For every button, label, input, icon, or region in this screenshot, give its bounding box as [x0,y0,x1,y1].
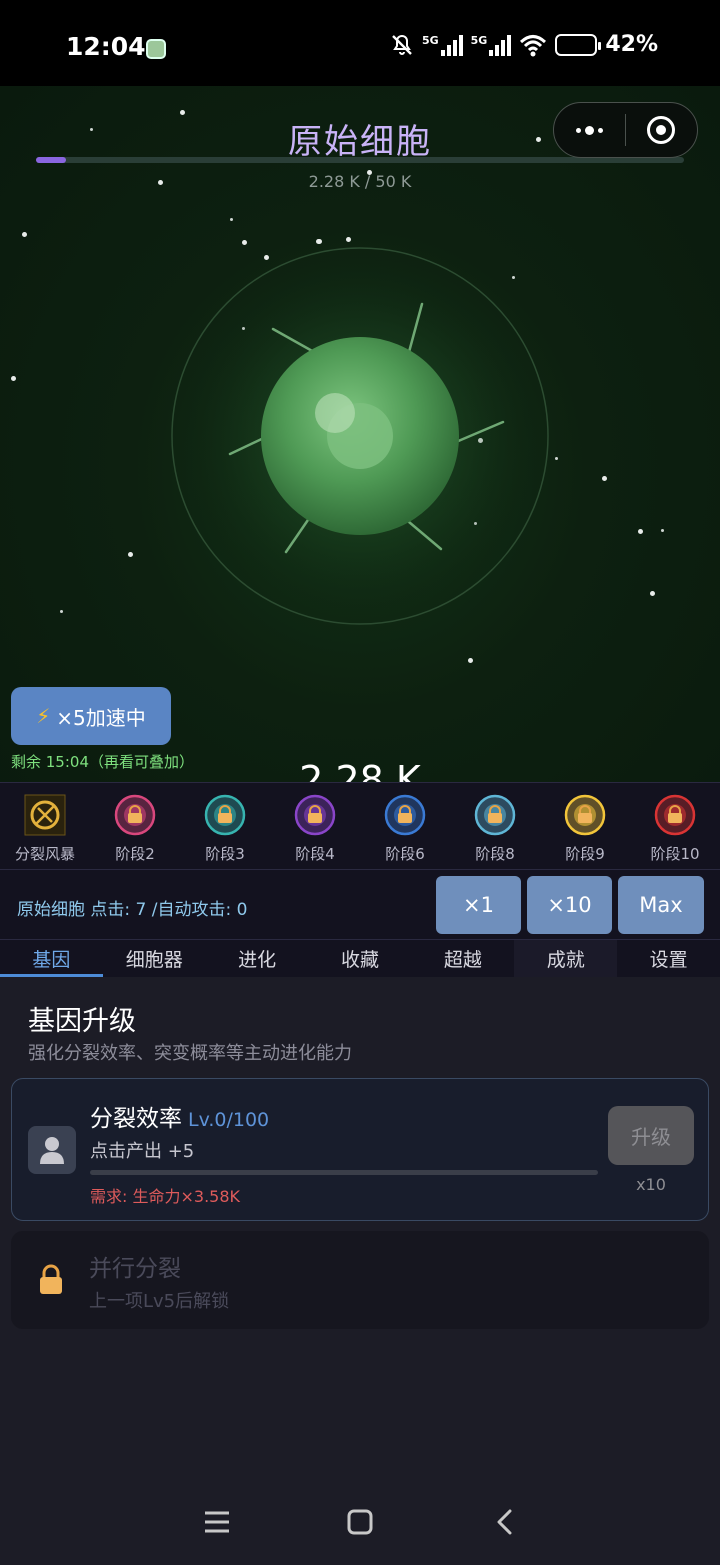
evolution-progress-fill [36,157,66,163]
star [22,232,27,237]
locked-stage-icon [113,793,157,837]
tab-organelles[interactable]: 细胞器 [103,940,206,977]
upgrade-level: Lv.0/100 [188,1109,270,1131]
upgrade-requirement: 需求: 生命力×3.58K [90,1187,241,1206]
stage-item[interactable]: 阶段6 [360,783,450,869]
home-button[interactable] [338,1500,382,1544]
stage-label: 阶段6 [385,845,425,863]
close-miniprogram-button[interactable] [626,103,697,157]
star [230,218,233,221]
app-notification-icon [146,39,166,59]
star [638,529,643,534]
game-scene: 原始细胞 2.28 K / 50 K ⚡ ×5加速中 剩余 15:04（再看可叠… [0,86,720,782]
locked-upgrade-name: 并行分裂 [89,1256,181,1282]
upgrade-multiplier: x10 [636,1175,666,1194]
star [128,552,133,557]
tab-collection[interactable]: 收藏 [309,940,412,977]
navigation-bar [0,1480,720,1565]
boost-label: ×5加速中 [56,705,146,730]
section-title: 基因升级 [28,1006,136,1037]
upgrade-progress-bar [90,1170,598,1175]
more-icon [576,125,603,135]
locked-upgrade-hint: 上一项Lv5后解锁 [89,1291,230,1312]
star [468,658,473,663]
stage-item[interactable]: 阶段9 [540,783,630,869]
stage-label: 阶段4 [295,845,335,863]
evolution-progress-text: 2.28 K / 50 K [308,172,412,191]
stage-strip: 分裂风暴 阶段2 阶段3 阶段4 阶段6 阶段8 阶段9 阶段10 [0,782,720,869]
stage-item[interactable]: 阶段3 [180,783,270,869]
section-description: 强化分裂效率、突变概率等主动进化能力 [28,1043,352,1064]
signal-icon-2: 5G [471,34,512,56]
stage-item[interactable]: 阶段8 [450,783,540,869]
lightning-icon: ⚡ [36,704,51,728]
star [650,591,655,596]
tab-bar: 基因 细胞器 进化 收藏 超越 成就 设置 [0,939,720,977]
star [60,610,63,613]
storm-icon [23,793,67,837]
locked-stage-icon [473,793,517,837]
tab-evolution[interactable]: 进化 [206,940,309,977]
target-icon [647,116,676,144]
wifi-icon [520,34,547,56]
upgrade-card: 分裂效率 Lv.0/100 点击产出 +5 需求: 生命力×3.58K 升级 x1… [11,1078,709,1221]
locked-stage-icon [293,793,337,837]
locked-stage-icon [383,793,427,837]
menu-button[interactable] [195,1500,239,1544]
menu-icon [205,1511,229,1533]
upgrade-effect: 点击产出 +5 [90,1141,195,1162]
lock-icon [29,1257,73,1303]
upgrade-button[interactable]: 升级 [608,1106,694,1165]
stage-label: 阶段9 [565,845,605,863]
stage-label: 阶段10 [650,845,700,863]
stage-item[interactable]: 阶段2 [90,783,180,869]
locked-stage-icon [203,793,247,837]
tab-settings[interactable]: 设置 [617,940,720,977]
click-stats: 原始细胞 点击: 7 /自动攻击: 0 [17,900,248,920]
user-icon [28,1126,76,1174]
back-icon [497,1509,512,1535]
miniprogram-capsule [553,102,698,158]
boost-button[interactable]: ⚡ ×5加速中 [11,687,171,745]
network-type-1: 5G [421,33,439,47]
stage-label: 阶段2 [115,845,155,863]
multiplier-x10-button[interactable]: ×10 [527,876,612,934]
tab-achievements[interactable]: 成就 [514,940,618,977]
resource-counter: 2.28 K [299,758,421,782]
stage-item[interactable]: 阶段4 [270,783,360,869]
click-info-bar: 原始细胞 点击: 7 /自动攻击: 0 ×1 ×10 Max [0,869,720,939]
cell-tap-target[interactable] [160,236,560,636]
signal-icon-1: 5G [422,34,463,56]
back-button[interactable] [482,1500,526,1544]
multiplier-x1-button[interactable]: ×1 [436,876,521,934]
star [661,529,664,532]
mute-icon [392,34,412,55]
battery-icon [555,33,602,56]
locked-upgrade-card: 并行分裂 上一项Lv5后解锁 [11,1231,709,1329]
cell-icon [171,247,549,625]
stage-label: 阶段8 [475,845,515,863]
tab-genes[interactable]: 基因 [0,940,103,977]
locked-stage-icon [563,793,607,837]
network-type-2: 5G [470,33,488,47]
stage-label: 阶段3 [205,845,245,863]
multiplier-max-button[interactable]: Max [618,876,704,934]
home-icon [347,1509,373,1535]
star [11,376,16,381]
stage-label: 分裂风暴 [14,845,75,863]
stage-item[interactable]: 阶段10 [630,783,720,869]
status-bar: 12:04 5G 5G 42% [0,0,720,86]
more-button[interactable] [554,103,625,157]
tab-transcend[interactable]: 超越 [411,940,514,977]
battery-percent: 42% [605,32,658,57]
upgrade-name: 分裂效率 [90,1106,182,1132]
star [602,476,607,481]
stage-item[interactable]: 分裂风暴 [0,783,90,869]
locked-stage-icon [653,793,697,837]
gene-upgrade-panel: 基因升级 强化分裂效率、突变概率等主动进化能力 分裂效率 Lv.0/100 点击产… [0,977,720,1565]
status-time: 12:04 [66,32,146,61]
